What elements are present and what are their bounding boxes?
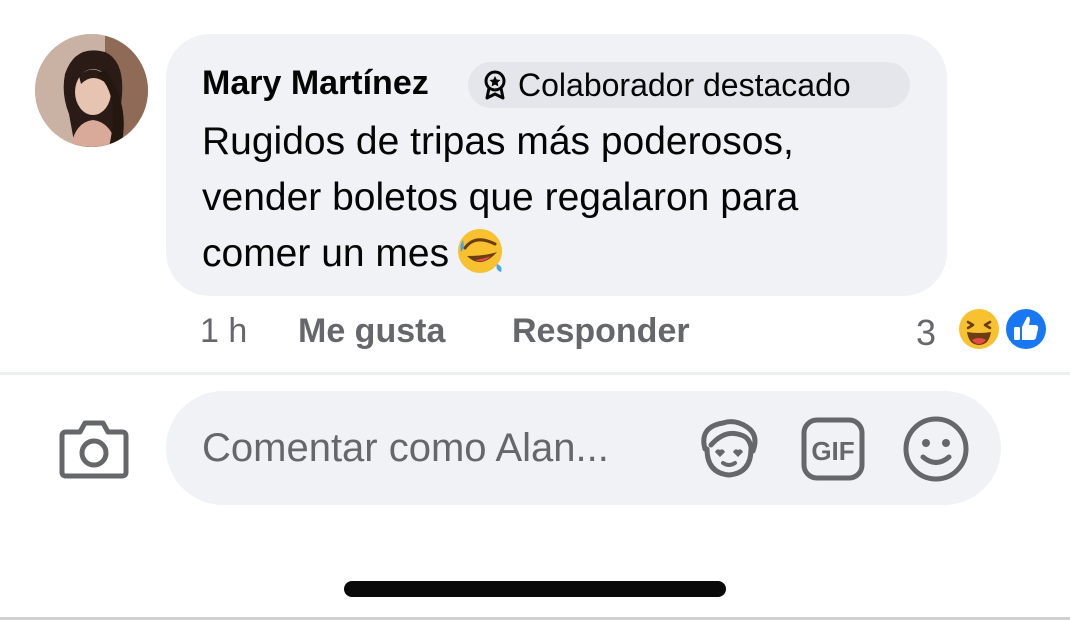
gif-button[interactable]: GIF [800, 416, 866, 482]
camera-button[interactable] [58, 416, 130, 482]
comment-input-placeholder: Comentar como Alan... [202, 426, 609, 470]
avatar-sticker-button[interactable] [695, 415, 763, 481]
like-reaction-icon[interactable] [1002, 305, 1050, 353]
comment-actions: 1 h Me gusta Responder 3 [0, 312, 1070, 356]
avatar-sticker-icon [701, 419, 758, 478]
comment-text: Rugidos de tripas más poderosos, vender … [202, 114, 922, 282]
comment-line: Rugidos de tripas más poderosos, [202, 120, 794, 163]
avatar-photo [35, 34, 148, 147]
comment-line: vender boletos que regalaron para [202, 176, 799, 219]
divider [0, 372, 1070, 375]
comment-line-text: comer un mes [202, 232, 450, 275]
like-button[interactable]: Me gusta [298, 312, 445, 351]
comment-input[interactable]: Comentar como Alan... GIF [166, 391, 1001, 505]
haha-reaction-icon[interactable] [955, 305, 1003, 353]
emoji-icon [903, 416, 969, 482]
svg-text:GIF: GIF [811, 436, 854, 466]
rolling-laughing-emoji-icon [455, 226, 505, 276]
comment-timestamp[interactable]: 1 h [200, 312, 247, 351]
gif-icon: GIF [801, 417, 865, 481]
avatar[interactable] [35, 34, 148, 147]
reply-button[interactable]: Responder [512, 312, 690, 351]
badge-label: Colaborador destacado [518, 66, 851, 103]
comment-bubble: Mary Martínez Colaborador destacado Rugi… [166, 34, 947, 296]
comment-author[interactable]: Mary Martínez [202, 64, 429, 103]
camera-icon [59, 420, 129, 479]
reaction-count[interactable]: 3 [916, 312, 936, 354]
top-contributor-badge[interactable]: Colaborador destacado [468, 62, 910, 108]
emoji-button[interactable] [901, 414, 971, 484]
comment-line: comer un mes [202, 226, 922, 282]
badge-ribbon-icon [480, 70, 510, 100]
home-indicator[interactable] [344, 581, 726, 597]
